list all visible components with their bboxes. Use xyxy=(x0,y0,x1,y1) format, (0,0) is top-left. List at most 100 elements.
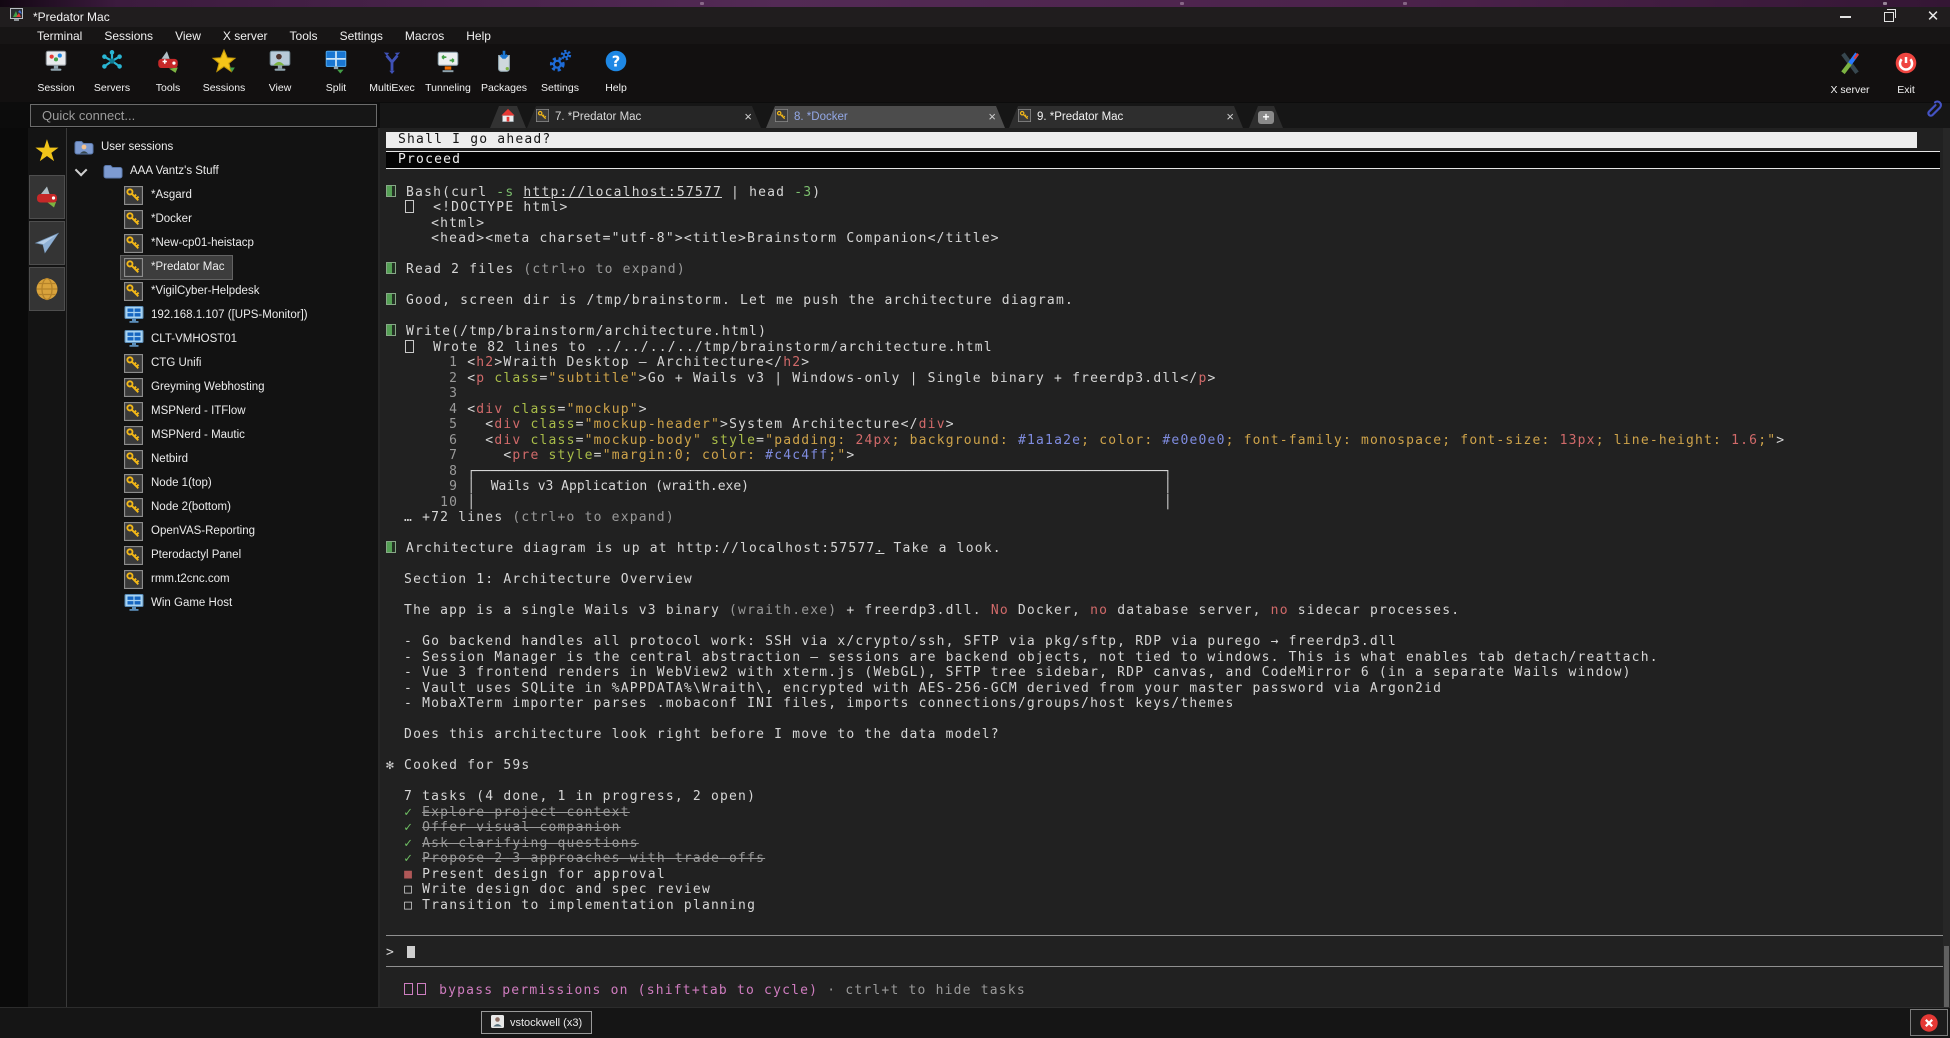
toolbar-session-button[interactable]: Session xyxy=(28,44,84,94)
tree-item[interactable]: *New-cp01-heistacp xyxy=(67,231,378,255)
scrollbar-thumb[interactable] xyxy=(1944,946,1949,1008)
proceed-option-selected[interactable]: Proceed xyxy=(386,151,1940,169)
toolbar-servers-button[interactable]: Servers xyxy=(84,44,140,94)
menu-sessions[interactable]: Sessions xyxy=(93,29,164,43)
tree-item[interactable]: CLT-VMHOST01 xyxy=(67,327,378,351)
toolbar-xserver-button[interactable]: X server xyxy=(1822,46,1878,96)
minimize-button[interactable] xyxy=(1838,10,1852,24)
toolbar-multiexec-button[interactable]: MultiExec xyxy=(364,44,420,94)
terminal-line: … +72 lines (ctrl+o to expand) xyxy=(386,510,1943,526)
toolbar-tunneling-button[interactable]: Tunneling xyxy=(420,44,476,94)
terminal-line: Good, screen dir is /tmp/brainstorm. Let… xyxy=(386,293,1943,309)
tab-docker-8[interactable]: 8. *Docker × xyxy=(766,106,1005,128)
close-button[interactable]: ✕ xyxy=(1926,10,1940,24)
menu-xserver[interactable]: X server xyxy=(212,29,279,43)
tree-item-icon xyxy=(123,282,144,301)
user-chip-label: vstockwell (x3) xyxy=(510,1017,582,1029)
toolbar-view-button[interactable]: View xyxy=(252,44,308,94)
tree-item[interactable]: Node 1(top) xyxy=(67,471,378,495)
quick-connect-input[interactable]: Quick connect... xyxy=(30,104,377,127)
terminal-blank-line xyxy=(386,557,1943,573)
new-tab-button[interactable]: + xyxy=(1249,106,1283,128)
globe-icon[interactable] xyxy=(29,267,65,311)
swiss-knife-tools-icon[interactable] xyxy=(29,175,65,219)
paper-plane-icon[interactable] xyxy=(29,221,65,265)
toolbar-split-button[interactable]: Split xyxy=(308,44,364,94)
terminal-blank-line xyxy=(386,913,1943,929)
chevron-down-icon[interactable] xyxy=(73,167,99,176)
tree-item[interactable]: *VigilCyber-Helpdesk xyxy=(67,279,378,303)
tree-item[interactable]: rmm.t2cnc.com xyxy=(67,567,378,591)
tree-item[interactable]: 192.168.1.107 ([UPS-Monitor]) xyxy=(67,303,378,327)
tab-predator-mac-7[interactable]: 7. *Predator Mac × xyxy=(527,106,761,128)
terminal-blank-line xyxy=(386,278,1943,294)
multiexec-y-arrows-icon xyxy=(379,46,405,76)
tree-item[interactable]: Greyming Webhosting xyxy=(67,375,378,399)
toolbar-sessions-button[interactable]: Sessions xyxy=(196,44,252,94)
app-logo-icon xyxy=(10,8,25,27)
terminal[interactable]: Shall I go ahead?Proceed Bash(curl -s ht… xyxy=(380,128,1943,1008)
session-tree: User sessions AAA Vantz's Stuff *Asgard … xyxy=(67,128,378,1008)
key-session-icon xyxy=(1018,109,1031,125)
tree-item[interactable]: Pterodactyl Panel xyxy=(67,543,378,567)
toolbar-help-button[interactable]: ? Help xyxy=(588,44,644,94)
status-line: bypass permissions on (shift+tab to cycl… xyxy=(386,983,1943,999)
tree-item[interactable]: *Predator Mac xyxy=(67,255,378,279)
tab-close-icon[interactable]: × xyxy=(1226,111,1234,123)
terminal-line: 6 <div class="mockup-body" style="paddin… xyxy=(386,433,1943,449)
tab-home[interactable] xyxy=(490,106,526,128)
tree-item-icon xyxy=(123,522,144,541)
result-elbow-glyph xyxy=(405,340,414,353)
terminal-line: 1 <h2>Wraith Desktop — Architecture</h2> xyxy=(386,355,1943,371)
tree-item[interactable]: User sessions xyxy=(67,135,378,159)
menu-macros[interactable]: Macros xyxy=(394,29,455,43)
tree-item[interactable]: MSPNerd - Mautic xyxy=(67,423,378,447)
menu-help[interactable]: Help xyxy=(455,29,502,43)
toolbar-packages-button[interactable]: Packages xyxy=(476,44,532,94)
tree-item[interactable]: OpenVAS-Reporting xyxy=(67,519,378,543)
terminal-line: 3 xyxy=(386,386,1943,402)
terminal-blank-line xyxy=(386,619,1943,635)
tool-bullet-icon xyxy=(386,541,396,553)
toolbar-settings-button[interactable]: Settings xyxy=(532,44,588,94)
restore-button[interactable] xyxy=(1882,10,1896,24)
menu-view[interactable]: View xyxy=(164,29,212,43)
close-all-button[interactable] xyxy=(1910,1009,1948,1036)
tab-predator-mac-9[interactable]: 9. *Predator Mac × xyxy=(1009,106,1243,128)
menu-tools[interactable]: Tools xyxy=(279,29,329,43)
menu-settings[interactable]: Settings xyxy=(329,29,394,43)
tree-item-icon xyxy=(123,378,144,397)
tree-item[interactable]: Node 2(bottom) xyxy=(67,495,378,519)
tree-item-label: CTG Unifi xyxy=(151,357,201,369)
packages-download-icon xyxy=(491,46,517,76)
bottom-bar: vstockwell (x3) xyxy=(0,1007,1950,1038)
menu-terminal[interactable]: Terminal xyxy=(26,29,93,43)
tree-item-label: User sessions xyxy=(101,141,173,153)
tab-close-icon[interactable]: × xyxy=(988,111,996,123)
sidebar-rail: ★ xyxy=(28,128,67,1008)
tree-item[interactable]: Win Game Host xyxy=(67,591,378,615)
favorites-star-icon[interactable]: ★ xyxy=(30,134,64,170)
tab-close-icon[interactable]: × xyxy=(744,111,752,123)
tree-item-icon xyxy=(123,306,144,325)
terminal-line: □ Transition to implementation planning xyxy=(386,898,1943,914)
paperclip-icon[interactable] xyxy=(1921,98,1945,129)
terminal-scrollbar[interactable] xyxy=(1943,128,1950,1008)
terminal-blank-line xyxy=(386,743,1943,759)
tree-item[interactable]: CTG Unifi xyxy=(67,351,378,375)
terminal-line: <!DOCTYPE html> xyxy=(386,200,1943,216)
tree-item[interactable]: *Docker xyxy=(67,207,378,231)
toolbar-exit-button[interactable]: Exit xyxy=(1878,46,1934,96)
input-box-rule xyxy=(386,935,1943,945)
tree-item[interactable]: MSPNerd - ITFlow xyxy=(67,399,378,423)
tree-item[interactable]: AAA Vantz's Stuff xyxy=(67,159,378,183)
tree-item-label: Pterodactyl Panel xyxy=(151,549,241,561)
toolbar-tools-button[interactable]: Tools xyxy=(140,44,196,94)
tree-item-icon xyxy=(123,402,144,421)
terminal-line: ✓ Explore project context xyxy=(386,805,1943,821)
tree-item[interactable]: *Asgard xyxy=(67,183,378,207)
tree-item[interactable]: Netbird xyxy=(67,447,378,471)
terminal-prompt[interactable]: > xyxy=(386,945,1943,961)
user-icon xyxy=(491,1015,504,1031)
user-session-chip[interactable]: vstockwell (x3) xyxy=(481,1011,592,1034)
